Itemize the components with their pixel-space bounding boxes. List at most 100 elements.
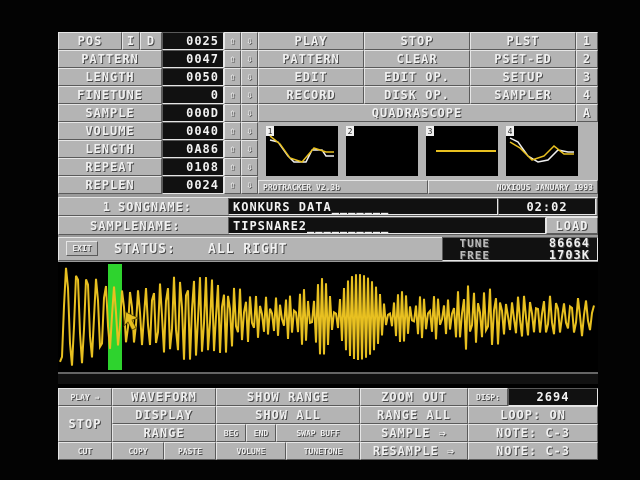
- sampler-button[interactable]: SAMPLER: [470, 86, 576, 104]
- sample-label: SAMPLE: [58, 104, 162, 122]
- sample-length-up-icon[interactable]: ⇧: [224, 140, 241, 158]
- page-3-button[interactable]: 3: [576, 68, 598, 86]
- scope-channel-4[interactable]: 4: [506, 126, 578, 176]
- status-label: STATUS:: [114, 241, 176, 257]
- swap-buffer-button[interactable]: SWAP BUFF: [276, 424, 360, 442]
- waveform-button[interactable]: WAVEFORM: [112, 388, 216, 406]
- page-4-button[interactable]: 4: [576, 86, 598, 104]
- edit-button[interactable]: EDIT: [258, 68, 364, 86]
- samplename-field[interactable]: TIPSNARE2__________: [228, 217, 546, 234]
- disk-op-button[interactable]: DISK OP.: [364, 86, 470, 104]
- show-all-button[interactable]: SHOW ALL: [216, 406, 360, 424]
- sample-length-value: 0A86: [162, 140, 224, 158]
- songname-field[interactable]: KONKURS DATA_______: [228, 198, 498, 215]
- scope-channel-2[interactable]: 2: [346, 126, 418, 176]
- length-up-icon[interactable]: ⇧: [224, 68, 241, 86]
- insert-button[interactable]: I: [122, 32, 140, 50]
- pos-value: 0025: [162, 32, 224, 50]
- delete-button[interactable]: D: [140, 32, 162, 50]
- sample-note-field[interactable]: NOTE: C-3: [468, 424, 598, 442]
- tunetone-button[interactable]: TUNETONE: [286, 442, 360, 460]
- waveform-display[interactable]: [58, 262, 598, 388]
- song-number: 1: [102, 199, 111, 214]
- volume-value: 0040: [162, 122, 224, 140]
- plst-button[interactable]: PLST: [470, 32, 576, 50]
- repeat-value: 0108: [162, 158, 224, 176]
- show-range-button[interactable]: SHOW RANGE: [216, 388, 360, 406]
- scope-channel-3[interactable]: 3: [426, 126, 498, 176]
- repeat-label: REPEAT: [58, 158, 162, 176]
- replen-up-icon[interactable]: ⇧: [224, 176, 241, 194]
- pos-down-icon[interactable]: ⇩: [241, 32, 258, 50]
- volume-up-icon[interactable]: ⇧: [224, 122, 241, 140]
- copy-button[interactable]: COPY: [112, 442, 164, 460]
- pos-label: POS: [58, 32, 122, 50]
- play-button[interactable]: PLAY: [258, 32, 364, 50]
- stop-button[interactable]: STOP: [364, 32, 470, 50]
- record-button[interactable]: RECORD: [258, 86, 364, 104]
- setup-button[interactable]: SETUP: [470, 68, 576, 86]
- finetune-down-icon[interactable]: ⇩: [241, 86, 258, 104]
- range-begin-button[interactable]: BEG: [216, 424, 246, 442]
- load-button[interactable]: LOAD: [546, 217, 598, 234]
- resample-note-field[interactable]: NOTE: C-3: [468, 442, 598, 460]
- free-value: 1703K: [548, 249, 590, 261]
- sample-up-icon[interactable]: ⇧: [224, 104, 241, 122]
- sample-length-down-icon[interactable]: ⇩: [241, 140, 258, 158]
- songname-label: SONGNAME:: [118, 199, 193, 214]
- free-label: FREE: [459, 249, 490, 261]
- pattern-down-icon[interactable]: ⇩: [241, 50, 258, 68]
- range-all-button[interactable]: RANGE ALL: [360, 406, 468, 424]
- cut-button[interactable]: CUT: [58, 442, 112, 460]
- replen-label: REPLEN: [58, 176, 162, 194]
- pattern-up-icon[interactable]: ⇧: [224, 50, 241, 68]
- finetune-value: 0: [162, 86, 224, 104]
- waveform-scrollbar[interactable]: [58, 372, 598, 384]
- page-1-button[interactable]: 1: [576, 32, 598, 50]
- tune-label: TUNE: [459, 237, 490, 249]
- scope-3-number: 3: [426, 126, 434, 136]
- replen-value: 0024: [162, 176, 224, 194]
- sampler-play-button[interactable]: PLAY ⇒: [58, 388, 112, 406]
- tune-value: 86664: [548, 237, 590, 249]
- volume-button[interactable]: VOLUME: [216, 442, 286, 460]
- range-label: RANGE: [112, 424, 216, 442]
- edit-op-button[interactable]: EDIT OP.: [364, 68, 470, 86]
- page-a-button[interactable]: A: [576, 104, 598, 122]
- page-2-button[interactable]: 2: [576, 50, 598, 68]
- range-end-button[interactable]: END: [246, 424, 276, 442]
- sample-length-label: LENGTH: [58, 140, 162, 158]
- sample-value: 000D: [162, 104, 224, 122]
- scope-area: 1 2 3 4: [258, 122, 598, 180]
- pos-up-icon[interactable]: ⇧: [224, 32, 241, 50]
- credit-text: NOXIOUS JANUARY 1993: [428, 180, 598, 194]
- finetune-label: FINETUNE: [58, 86, 162, 104]
- pattern-value: 0047: [162, 50, 224, 68]
- exit-button[interactable]: EXIT: [66, 241, 98, 256]
- repeat-down-icon[interactable]: ⇩: [241, 158, 258, 176]
- status-value: ALL RIGHT: [208, 241, 288, 257]
- quadrascope-button[interactable]: QUADRASCOPE: [258, 104, 576, 122]
- volume-down-icon[interactable]: ⇩: [241, 122, 258, 140]
- scope-2-number: 2: [346, 126, 354, 136]
- pattern-play-button[interactable]: PATTERN: [258, 50, 364, 68]
- disp-value: 2694: [508, 388, 598, 406]
- repeat-up-icon[interactable]: ⇧: [224, 158, 241, 176]
- sampler-stop-button[interactable]: STOP: [58, 406, 112, 442]
- length-down-icon[interactable]: ⇩: [241, 68, 258, 86]
- finetune-up-icon[interactable]: ⇧: [224, 86, 241, 104]
- resample-button[interactable]: RESAMPLE ⇒: [360, 442, 468, 460]
- replen-down-icon[interactable]: ⇩: [241, 176, 258, 194]
- paste-button[interactable]: PASTE: [164, 442, 216, 460]
- song-length-value: 0050: [162, 68, 224, 86]
- loop-toggle[interactable]: LOOP: ON: [468, 406, 598, 424]
- sample-down-icon[interactable]: ⇩: [241, 104, 258, 122]
- pattern-label: PATTERN: [58, 50, 162, 68]
- scope-channel-1[interactable]: 1: [266, 126, 338, 176]
- sample-button[interactable]: SAMPLE ⇒: [360, 424, 468, 442]
- clear-button[interactable]: CLEAR: [364, 50, 470, 68]
- pset-ed-button[interactable]: PSET-ED: [470, 50, 576, 68]
- zoom-out-button[interactable]: ZOOM OUT: [360, 388, 468, 406]
- volume-label: VOLUME: [58, 122, 162, 140]
- scope-4-trace: [509, 137, 574, 163]
